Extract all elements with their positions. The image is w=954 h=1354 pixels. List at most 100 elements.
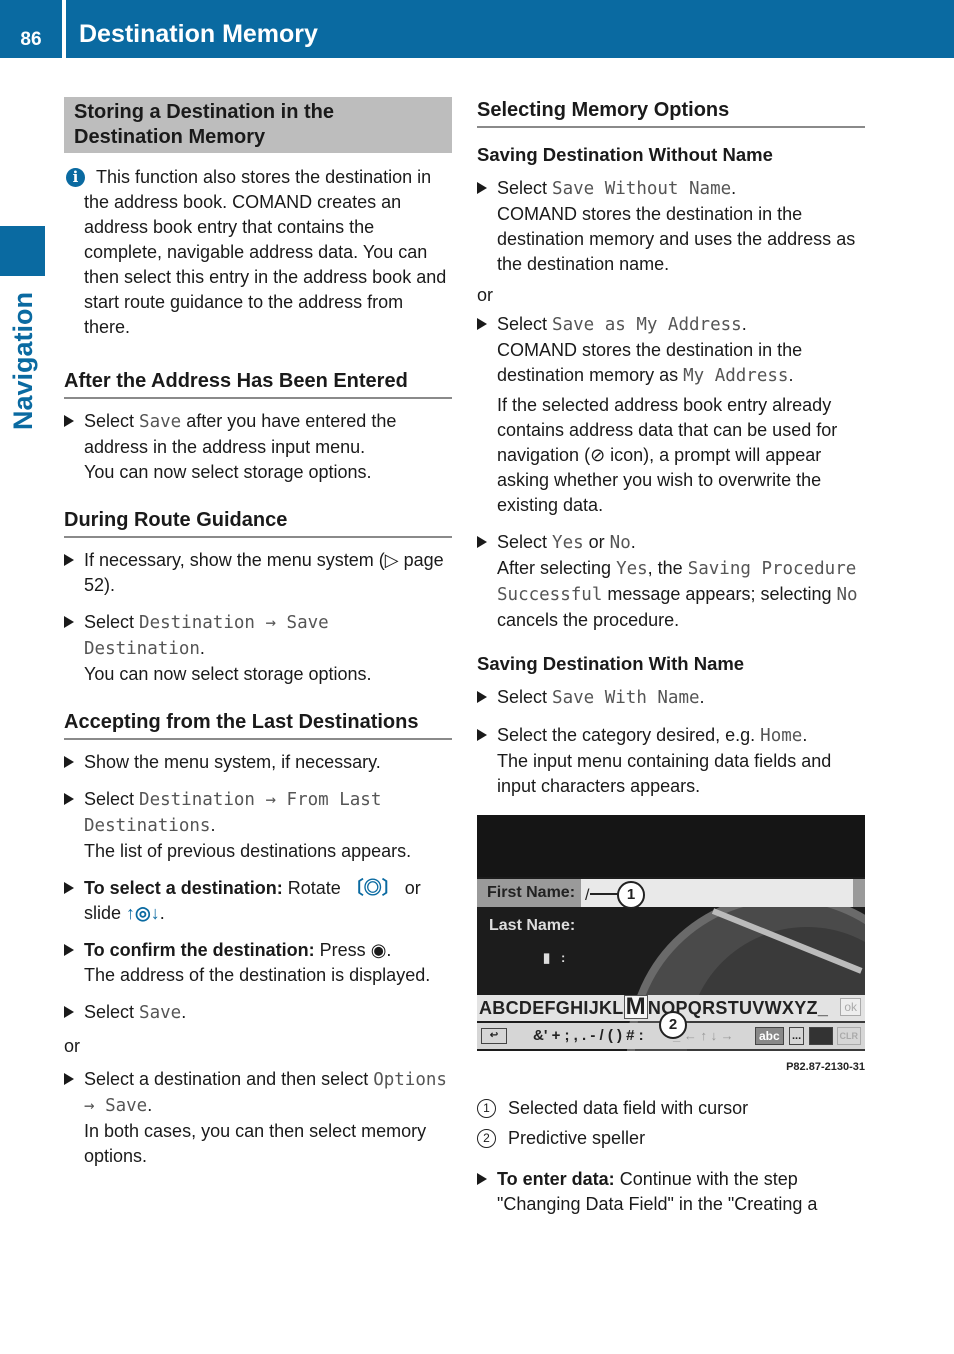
step: Select Save as My Address. COMAND stores… (477, 312, 865, 389)
step-text: . (741, 314, 747, 334)
flag-key-icon (809, 1027, 833, 1045)
menu-item-text: Home (760, 726, 803, 746)
menu-item-text: Save Without Name (552, 179, 732, 199)
step-text: Select (497, 687, 553, 707)
left-column: Storing a Destination in the Destination… (64, 97, 452, 1191)
callout-leader-line (590, 893, 620, 895)
step: Select Destination → Save Destination. Y… (64, 610, 452, 687)
step-note: , the (647, 558, 688, 578)
bullet-triangle-icon (64, 944, 74, 956)
step: Select Save With Name. (477, 685, 865, 711)
symbol-keys: &' + ; , . - / ( ) # : (533, 1027, 644, 1044)
info-icon: i (66, 168, 85, 187)
right-column: Selecting Memory Options Saving Destinat… (477, 97, 865, 1229)
legend-item: 2 Predictive speller (477, 1126, 865, 1151)
step-text: . (159, 903, 165, 923)
or-separator: or (64, 1036, 81, 1056)
step-text: Select a destination and then select (84, 1069, 374, 1089)
subsection-title: Saving Destination With Name (477, 653, 745, 674)
last-name-label: Last Name: (489, 917, 576, 934)
step: Select Save. (64, 1000, 452, 1026)
text-cursor: / (585, 887, 590, 904)
bullet-triangle-icon (64, 616, 74, 628)
speller-selected-letter: M (623, 993, 648, 1020)
section-title: Accepting from the Last Destinations (64, 709, 452, 740)
step-bold: To confirm the destination: (84, 940, 315, 960)
legend-item: 1 Selected data field with cursor (477, 1096, 865, 1121)
first-name-label: First Name: (477, 879, 581, 907)
overwrite-note: If the selected address book entry alrea… (477, 393, 865, 518)
side-tab-marker (0, 226, 45, 276)
bullet-triangle-icon (64, 554, 74, 566)
bullet-triangle-icon (64, 1073, 74, 1085)
step-bold: To enter data: (497, 1169, 615, 1189)
step-text: or (583, 532, 610, 552)
bullet-triangle-icon (477, 318, 487, 330)
step-note: You can now select storage options. (84, 664, 372, 684)
section-title: After the Address Has Been Entered (64, 368, 452, 399)
clear-key: CLR (836, 1027, 861, 1045)
image-reference-code: P82.87-2130-31 (786, 1061, 865, 1073)
side-tab-label: Navigation (8, 291, 38, 430)
number-circle-icon: 2 (477, 1129, 496, 1148)
subsection-title: Saving Destination Without Name (477, 144, 773, 165)
rotate-controller-icon: 〔◎〕 (345, 878, 400, 898)
section-last-destinations: Accepting from the Last Destinations Sho… (64, 709, 452, 1169)
info-text: This function also stores the destinatio… (84, 167, 447, 337)
step-text: Select (497, 532, 553, 552)
step-text: Select (84, 411, 140, 431)
status-glyphs: ▮ : (543, 950, 566, 965)
step-text: . (699, 687, 705, 707)
page-header: 86 Destination Memory (0, 0, 954, 58)
step-text: . (210, 815, 216, 835)
step-note: cancels the procedure. (497, 610, 680, 630)
box-heading: Storing a Destination in the Destination… (64, 97, 452, 153)
menu-item-text: My Address (683, 366, 789, 386)
speller-letters: ABCDEFGHIJKL (479, 998, 624, 1018)
more-key: ... (789, 1027, 805, 1045)
step-bold: To select a destination: (84, 878, 283, 898)
ok-key: ok (840, 998, 861, 1016)
step-enter-data: To enter data: Continue with the step "C… (477, 1167, 865, 1217)
section-title: Selecting Memory Options (477, 97, 865, 128)
step-note: In both cases, you can then select memor… (84, 1121, 427, 1166)
step-text: Press (314, 940, 371, 960)
menu-item-text: Save With Name (552, 688, 700, 708)
bullet-triangle-icon (477, 536, 487, 548)
bullet-triangle-icon (64, 415, 74, 427)
number-circle-icon: 1 (477, 1099, 496, 1118)
comand-input-screenshot: First Name: / 1 Last Name: ▮ : ABCDEFGHI… (477, 815, 865, 1051)
slide-controller-icon: ↑◎↓ (126, 903, 160, 923)
step-text: Select (497, 314, 553, 334)
step-select-destination: To select a destination: Rotate 〔◎〕 or s… (64, 876, 452, 926)
menu-item-text: Yes (552, 533, 584, 553)
bullet-triangle-icon (477, 729, 487, 741)
bullet-triangle-icon (477, 1173, 487, 1185)
step-note: message appears; selecting (602, 584, 837, 604)
step-text: If necessary, show the menu system (▷ pa… (84, 550, 444, 595)
bullet-triangle-icon (64, 793, 74, 805)
step-text: . (802, 725, 808, 745)
step-text: . (147, 1095, 153, 1115)
step: Select Save Without Name. COMAND stores … (477, 176, 865, 277)
menu-item-text: No (836, 585, 858, 605)
step-text: Select (497, 178, 553, 198)
step-note: You can now select storage options. (84, 462, 372, 482)
screen-top-bar (477, 815, 865, 877)
page-title: Destination Memory (79, 20, 318, 48)
bullet-triangle-icon (64, 756, 74, 768)
header-divider (62, 0, 66, 58)
step-text: Select (84, 1002, 140, 1022)
step-text: Select (84, 612, 140, 632)
bullet-triangle-icon (477, 691, 487, 703)
section-title: During Route Guidance (64, 507, 452, 538)
menu-item-text: Save (139, 412, 182, 432)
step-text: . (731, 178, 737, 198)
abc-key: abc (755, 1027, 784, 1045)
step-note: The input menu containing data fields an… (497, 751, 832, 796)
step-text: . (386, 940, 392, 960)
step-note: . (788, 365, 794, 385)
bullet-triangle-icon (477, 182, 487, 194)
callout-2: 2 (659, 1011, 687, 1039)
step: Select Yes or No. After selecting Yes, t… (477, 530, 865, 633)
